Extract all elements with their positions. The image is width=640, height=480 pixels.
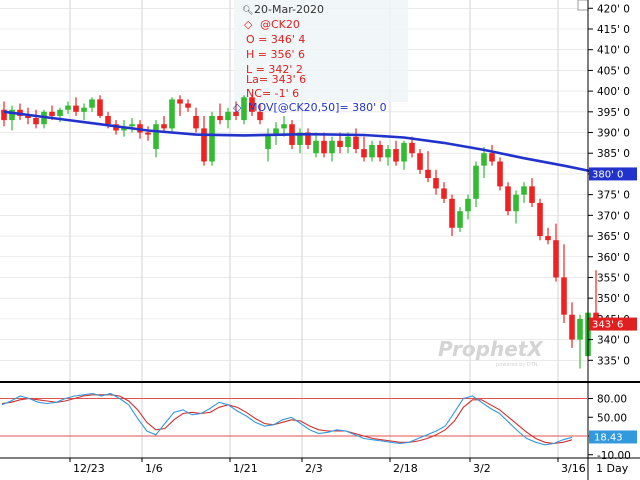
y-tick-label: 355' 0 (597, 272, 630, 284)
y-tick-label: 420' 0 (597, 3, 630, 15)
oscillator-value-tag: 18.43 (589, 430, 637, 444)
x-tick-label: 2/18 (393, 462, 418, 475)
info-net-change: NC= -1' 6 (246, 87, 299, 100)
y-tick-label: 415' 0 (597, 24, 630, 36)
ma-price-tag: 380' 0 (589, 167, 637, 181)
info-high: H = 356' 6 (246, 48, 305, 61)
watermark-subtext: powered by DTN (496, 362, 538, 368)
watermark-text: ProphetX (438, 337, 544, 361)
x-tick-label: 1/21 (233, 462, 258, 475)
x-tick-label: 1/6 (145, 462, 163, 475)
candle (505, 182, 511, 216)
magnifier-icon[interactable]: 🔍︎ (242, 5, 253, 16)
ma-price-label: 380' 0 (592, 169, 623, 180)
y-tick-label: 385' 0 (597, 148, 630, 160)
x-tick-label: 3/16 (561, 462, 586, 475)
diamond-icon-blue: ◇ (233, 101, 242, 114)
y-tick-label: 360' 0 (597, 252, 630, 264)
timeframe-label[interactable]: 1 Day (596, 462, 629, 475)
candle (497, 157, 503, 191)
last-price-tag: 343' 6 (589, 317, 637, 331)
candle (537, 198, 543, 241)
price-chart: ProphetX powered by DTN 🔍︎ 20-Mar-2020 ◇… (0, 0, 640, 480)
y-tick-label: 400' 0 (597, 86, 630, 98)
diamond-icon-red: ◇ (244, 18, 253, 31)
x-tick-label: 12/23 (73, 462, 105, 475)
info-last: La= 343' 6 (246, 73, 306, 86)
y-tick-label: 405' 0 (597, 65, 630, 77)
x-tick-label: 2/3 (305, 462, 323, 475)
x-tick-label: 3/2 (473, 462, 491, 475)
y-tick-label: 335' 0 (597, 355, 630, 367)
osc-tick-label: 80.00 (597, 394, 627, 406)
y-tick-label: 340' 0 (597, 335, 630, 347)
oscillator-current-label: 18.43 (594, 432, 623, 443)
candle (169, 97, 175, 133)
toolbar-button[interactable] (577, 0, 589, 11)
osc-tick-label: 50.00 (597, 412, 627, 424)
y-tick-label: 390' 0 (597, 128, 630, 140)
info-symbol: @CK20 (260, 18, 300, 31)
y-tick-label: 350' 0 (597, 293, 630, 305)
y-tick-label: 395' 0 (597, 107, 630, 119)
y-tick-label: 370' 0 (597, 210, 630, 222)
y-tick-label: 375' 0 (597, 190, 630, 202)
info-moving-average: MOV[@CK20,50]= 380' 0 (248, 101, 387, 114)
y-tick-label: 410' 0 (597, 45, 630, 57)
osc-tick-label: -10.00 (597, 450, 631, 462)
candle (209, 111, 215, 166)
last-price-label: 343' 6 (592, 320, 623, 331)
y-tick-label: 365' 0 (597, 231, 630, 243)
info-open: O = 346' 4 (246, 33, 305, 46)
info-date: 20-Mar-2020 (254, 3, 324, 16)
